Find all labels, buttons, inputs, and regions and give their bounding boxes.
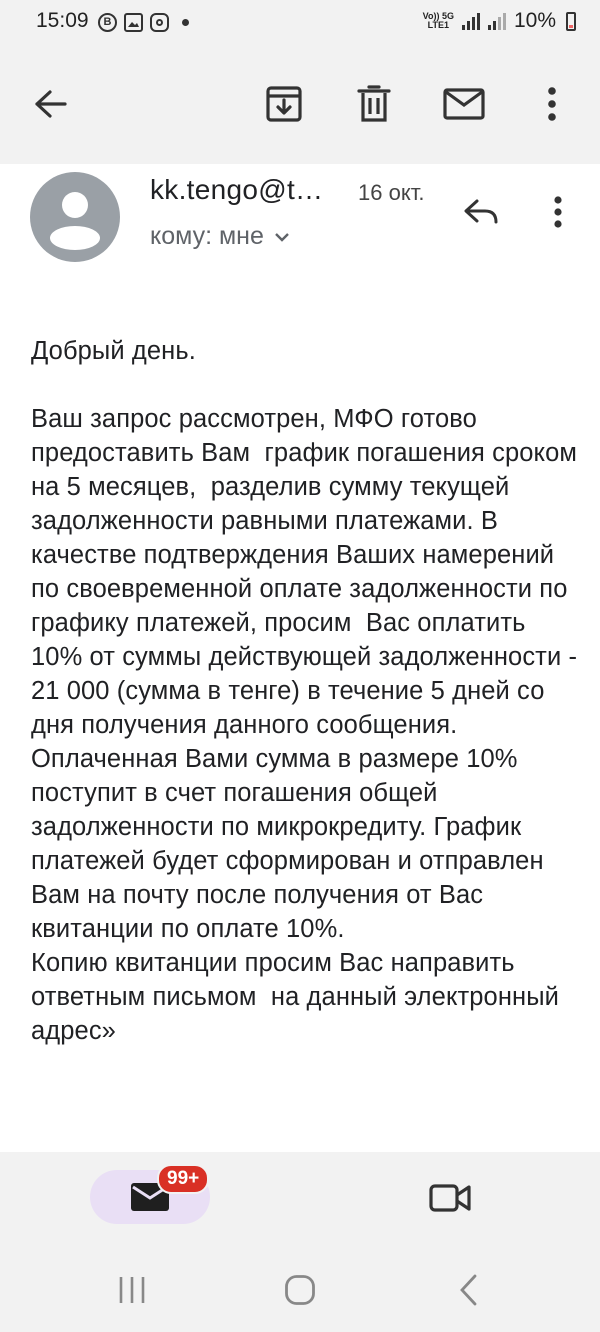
status-right: Vo)) 5G LTE1 10% [423, 9, 576, 33]
battery-icon [566, 11, 576, 31]
more-notifications-dot-icon [182, 18, 189, 26]
arrow-left-icon [35, 90, 67, 118]
email-header: kk.tengo@t… 16 окт. кому: мне [0, 164, 600, 294]
recipient-toggle[interactable]: кому: мне [150, 222, 290, 251]
archive-icon [266, 86, 302, 122]
archive-button[interactable] [262, 82, 306, 126]
person-icon [50, 192, 100, 250]
instagram-icon [150, 12, 169, 32]
recipient-label: кому: мне [150, 222, 264, 250]
status-bar: 15:09 B Vo)) 5G LTE1 10% [0, 0, 600, 44]
system-navigation-bar [0, 1246, 600, 1332]
status-time: 15:09 [36, 9, 89, 32]
meet-tab[interactable] [424, 1176, 476, 1220]
home-button[interactable] [278, 1270, 322, 1310]
signal-strength-icon [461, 12, 480, 30]
video-camera-icon [429, 1184, 471, 1212]
signal-strength-2-icon [487, 12, 506, 30]
notification-icons: B [98, 11, 189, 33]
reply-icon [464, 199, 498, 224]
more-vert-icon [548, 87, 556, 121]
mark-unread-button[interactable] [442, 82, 486, 126]
trash-icon [357, 85, 391, 122]
delete-button[interactable] [352, 82, 396, 126]
unread-count-badge: 99+ [157, 1164, 210, 1194]
b-app-icon: B [98, 12, 117, 32]
network-type-label: Vo)) 5G LTE1 [423, 12, 454, 30]
sender-avatar[interactable] [30, 172, 120, 262]
back-button[interactable] [28, 82, 72, 126]
chevron-left-icon [460, 1274, 477, 1306]
bottom-navigation: 99+ [0, 1152, 600, 1246]
gallery-icon [124, 12, 143, 32]
email-toolbar [0, 44, 600, 164]
more-options-button[interactable] [530, 82, 574, 126]
reply-button[interactable] [458, 192, 504, 232]
recent-apps-button[interactable] [110, 1270, 154, 1310]
sender-name[interactable]: kk.tengo@t… [150, 174, 323, 206]
recent-apps-icon [119, 1277, 145, 1303]
email-date: 16 окт. [358, 180, 425, 205]
home-icon [285, 1275, 315, 1305]
chevron-down-icon [275, 232, 289, 242]
system-back-button[interactable] [446, 1270, 490, 1310]
email-body: Добрый день. Ваш запрос рассмотрен, МФО … [31, 337, 578, 1045]
message-more-button[interactable] [540, 190, 576, 234]
envelope-icon [443, 88, 485, 120]
battery-percent: 10% [513, 9, 556, 32]
network-label-bottom: LTE1 [427, 20, 449, 30]
more-vert-icon [554, 196, 562, 228]
